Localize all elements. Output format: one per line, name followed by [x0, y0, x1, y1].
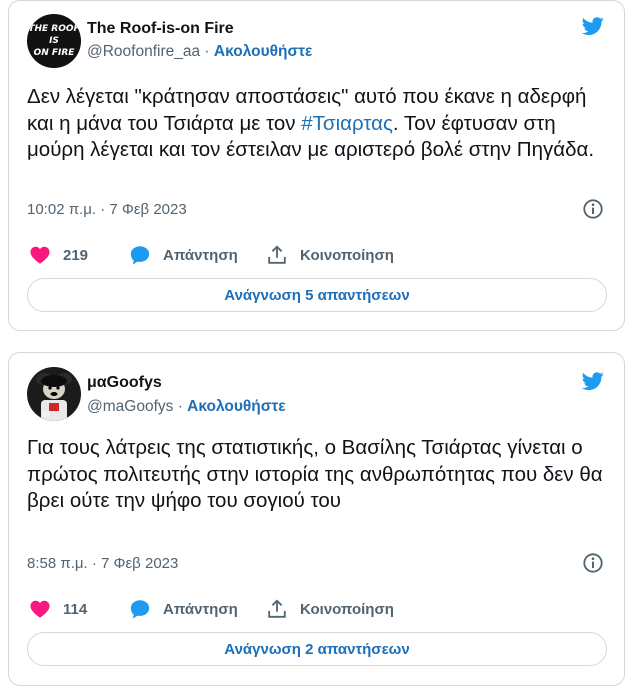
tweet-card: THE ROOF IS ON FIRE The Roof-is-on Fire …	[8, 0, 625, 331]
svg-text:ON FIRE: ON FIRE	[34, 48, 76, 58]
info-icon[interactable]	[582, 552, 604, 574]
reply-label: Απάντηση	[163, 246, 238, 264]
separator-dot: ·	[177, 398, 183, 415]
follow-button[interactable]: Ακολουθήστε	[187, 398, 285, 415]
handle-row: @Roofonfire_aa · Ακολουθήστε	[87, 43, 312, 61]
heart-icon	[30, 600, 50, 618]
read-replies-button[interactable]: Ανάγνωση 2 απαντήσεων	[27, 632, 607, 666]
info-icon[interactable]	[582, 198, 604, 220]
avatar[interactable]: THE ROOF IS ON FIRE	[27, 14, 81, 68]
action-bar: 219 Απάντηση Κοινοποίηση	[29, 243, 509, 267]
author-name[interactable]: The Roof-is-on Fire	[87, 20, 234, 38]
timestamp[interactable]: 8:58 π.μ. · 7 Φεβ 2023	[27, 555, 178, 572]
share-upload-icon	[268, 245, 286, 264]
handle-row: @maGoofys · Ακολουθήστε	[87, 398, 286, 416]
reply-label: Απάντηση	[163, 600, 238, 618]
author-name[interactable]: μαGoofys	[87, 374, 162, 392]
timestamp[interactable]: 10:02 π.μ. · 7 Φεβ 2023	[27, 201, 187, 218]
avatar[interactable]	[27, 367, 81, 421]
author-handle[interactable]: @Roofonfire_aa	[87, 43, 200, 60]
tweet-card: μαGoofys @maGoofys · Ακολουθήστε Για του…	[8, 352, 625, 686]
twitter-bird-icon[interactable]	[580, 370, 606, 392]
share-button[interactable]: Κοινοποίηση	[266, 597, 394, 621]
svg-text:THE ROOF: THE ROOF	[28, 24, 80, 34]
tweet-text: Για τους λάτρεις της στατιστικής, ο Βασί…	[27, 436, 603, 512]
speech-bubble-icon	[130, 246, 150, 265]
like-count: 219	[63, 246, 89, 264]
speech-bubble-icon	[130, 600, 150, 619]
tweet-text: Δεν λέγεται "κράτησαν αποστάσεις" αυτό π…	[27, 84, 607, 164]
like-button[interactable]: 114	[29, 597, 87, 621]
share-upload-icon	[268, 599, 286, 618]
like-button[interactable]: 219	[29, 243, 88, 267]
reply-button[interactable]: Απάντηση	[129, 243, 238, 267]
share-label: Κοινοποίηση	[300, 246, 394, 264]
hashtag-link[interactable]: #Τσιαρτας	[301, 112, 393, 135]
read-replies-button[interactable]: Ανάγνωση 5 απαντήσεων	[27, 278, 607, 312]
twitter-bird-icon[interactable]	[580, 15, 606, 37]
share-label: Κοινοποίηση	[300, 600, 394, 618]
author-handle[interactable]: @maGoofys	[87, 398, 173, 415]
heart-icon	[30, 246, 50, 264]
share-button[interactable]: Κοινοποίηση	[266, 243, 394, 267]
action-bar: 114 Απάντηση Κοινοποίηση	[29, 597, 509, 621]
reply-button[interactable]: Απάντηση	[129, 597, 238, 621]
like-count: 114	[63, 600, 88, 618]
svg-text:IS: IS	[49, 36, 59, 46]
follow-button[interactable]: Ακολουθήστε	[214, 43, 312, 60]
separator-dot: ·	[204, 43, 210, 60]
